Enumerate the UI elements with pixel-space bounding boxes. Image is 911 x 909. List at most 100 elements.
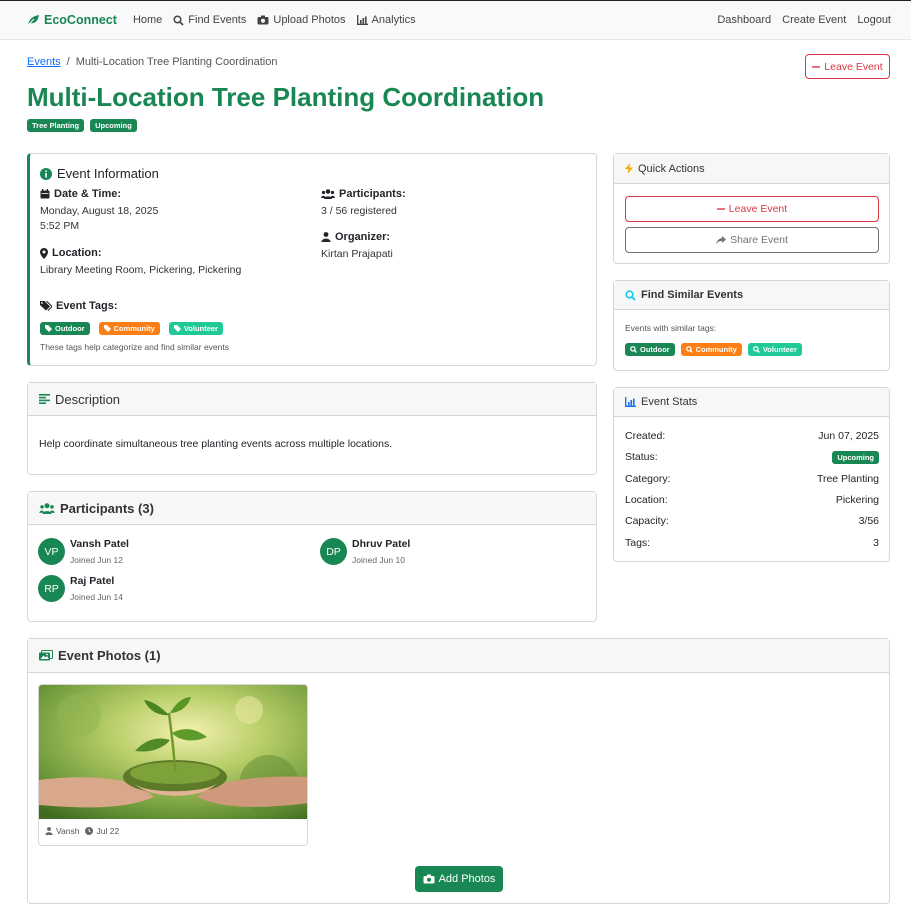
nav-analytics-label: Analytics — [371, 14, 416, 26]
participants-heading: Participants (3) — [60, 500, 154, 516]
quick-actions-heading: Quick Actions — [638, 162, 705, 175]
avatar: RP — [38, 575, 65, 602]
stat-label: Capacity: — [625, 515, 669, 527]
brand-name: EcoConnect — [44, 13, 117, 27]
similar-tags: Outdoor Community Volunteer — [625, 343, 802, 356]
nav-find-events[interactable]: Find Events — [173, 14, 246, 26]
stat-label: Location: — [625, 494, 668, 506]
event-stats-heading: Event Stats — [641, 396, 698, 408]
map-marker-icon — [40, 247, 48, 259]
similar-tag-label: Volunteer — [762, 345, 797, 354]
tags-note: These tags help categorize and find simi… — [40, 342, 229, 352]
user-icon — [45, 827, 53, 835]
participant-item[interactable]: VP Vansh Patel Joined Jun 12 — [38, 538, 129, 565]
stat-label: Tags: — [625, 537, 651, 549]
nav-logout[interactable]: Logout — [857, 14, 891, 26]
participants-label: Participants: — [321, 188, 406, 200]
share-icon — [716, 235, 727, 245]
similar-tag-outdoor[interactable]: Outdoor — [625, 343, 675, 356]
stat-value: 3 — [873, 537, 879, 549]
date-label-text: Date & Time: — [54, 188, 122, 200]
title-badges: Tree Planting Upcoming — [27, 119, 137, 132]
description-heading: Description — [55, 391, 121, 407]
stat-label: Category: — [625, 473, 671, 485]
nav-upload-photos[interactable]: Upload Photos — [257, 14, 346, 26]
event-date: Monday, August 18, 2025 — [40, 205, 159, 217]
navbar: EcoConnect Home Find Events Upload Photo… — [0, 0, 911, 40]
tag-icon — [173, 325, 181, 332]
leave-event-button[interactable]: Leave Event — [625, 196, 879, 222]
tag-outdoor[interactable]: Outdoor — [40, 322, 90, 335]
search-icon — [630, 346, 637, 353]
similar-tag-label: Outdoor — [640, 345, 670, 354]
nav-dashboard-label: Dashboard — [717, 14, 772, 26]
add-photos-button[interactable]: Add Photos — [415, 866, 503, 892]
status-badge: Upcoming — [90, 119, 137, 132]
participant-joined: Joined Jun 12 — [70, 555, 123, 565]
status-badge: Upcoming — [832, 450, 879, 464]
event-organizer: Kirtan Prajapati — [321, 248, 393, 260]
leaf-icon — [27, 14, 40, 26]
leave-event-label: Leave Event — [824, 60, 883, 73]
tag-community[interactable]: Community — [98, 322, 160, 335]
nav-home-label: Home — [132, 14, 163, 26]
nav-create-event[interactable]: Create Event — [782, 14, 846, 26]
nav-logout-label: Logout — [857, 14, 891, 26]
nav-home[interactable]: Home — [133, 14, 162, 26]
tag-volunteer[interactable]: Volunteer — [168, 322, 223, 335]
stat-value: Jun 07, 2025 — [818, 430, 879, 442]
share-event-button[interactable]: Share Event — [625, 227, 879, 253]
event-info-card: Event Information Date & Time: Monday, A… — [27, 153, 597, 366]
leave-event-label: Leave Event — [728, 203, 788, 215]
event-time: 5:52 PM — [40, 220, 80, 232]
event-stats-header: Event Stats — [614, 388, 889, 417]
nav-dashboard[interactable]: Dashboard — [717, 14, 771, 26]
nav-analytics[interactable]: Analytics — [356, 14, 416, 26]
tag-volunteer-label: Volunteer — [183, 324, 218, 333]
participants-label-text: Participants: — [339, 188, 406, 200]
add-photos-label: Add Photos — [438, 873, 496, 885]
photo-meta: Vansh Jul 22 — [45, 826, 119, 836]
breadcrumb-current: Multi-Location Tree Planting Coordinatio… — [75, 56, 278, 68]
stat-row-tags: Tags: 3 — [625, 535, 879, 551]
event-stats-card: Event Stats Created: Jun 07, 2025 Status… — [613, 387, 890, 562]
stat-label: Status: — [625, 451, 658, 463]
brand-link[interactable]: EcoConnect — [27, 13, 117, 27]
avatar: DP — [320, 538, 347, 565]
event-tags: Outdoor Community Volunteer — [40, 322, 223, 335]
participant-item[interactable]: DP Dhruv Patel Joined Jun 10 — [320, 538, 410, 565]
breadcrumb-separator: / — [66, 56, 70, 68]
participants-card: Participants (3) VP Vansh Patel Joined J… — [27, 491, 597, 622]
breadcrumb: Events / Multi-Location Tree Planting Co… — [27, 56, 277, 68]
breadcrumb-events-link[interactable]: Events — [27, 56, 61, 68]
search-icon — [685, 346, 693, 353]
quick-actions-header: Quick Actions — [614, 154, 889, 184]
users-icon — [321, 189, 335, 199]
description-header: Description — [28, 383, 596, 416]
participant-name: Dhruv Patel — [352, 538, 411, 550]
stat-row-created: Created: Jun 07, 2025 — [625, 428, 879, 444]
user-icon — [321, 232, 331, 242]
photo-date: Jul 22 — [85, 826, 119, 836]
leave-event-button-top[interactable]: Leave Event — [805, 54, 890, 79]
tag-icon — [45, 325, 52, 332]
event-photos-card: Event Photos (1) Vansh Jul 22 Add Photos — [27, 638, 890, 904]
similar-tag-volunteer[interactable]: Volunteer — [747, 343, 802, 356]
similar-events-heading: Find Similar Events — [641, 289, 744, 301]
minus-icon — [812, 63, 821, 71]
participant-item[interactable]: RP Raj Patel Joined Jun 14 — [38, 575, 123, 602]
seedling-photo — [39, 685, 307, 819]
organizer-label: Organizer: — [321, 231, 390, 243]
photo-author-name: Vansh — [56, 826, 80, 836]
page-title: Multi-Location Tree Planting Coordinatio… — [27, 82, 545, 112]
clock-icon — [85, 827, 94, 835]
similar-tag-label: Community — [695, 345, 737, 354]
similar-events-card: Find Similar Events Events with similar … — [613, 280, 890, 371]
similar-tag-community[interactable]: Community — [680, 343, 742, 356]
minus-icon — [716, 205, 725, 213]
similar-events-label: Events with similar tags: — [625, 323, 717, 333]
description-text: Help coordinate simultaneous tree planti… — [39, 438, 393, 450]
stat-row-location: Location: Pickering — [625, 492, 879, 508]
photo-card[interactable]: Vansh Jul 22 — [38, 684, 308, 846]
info-icon — [40, 167, 52, 180]
